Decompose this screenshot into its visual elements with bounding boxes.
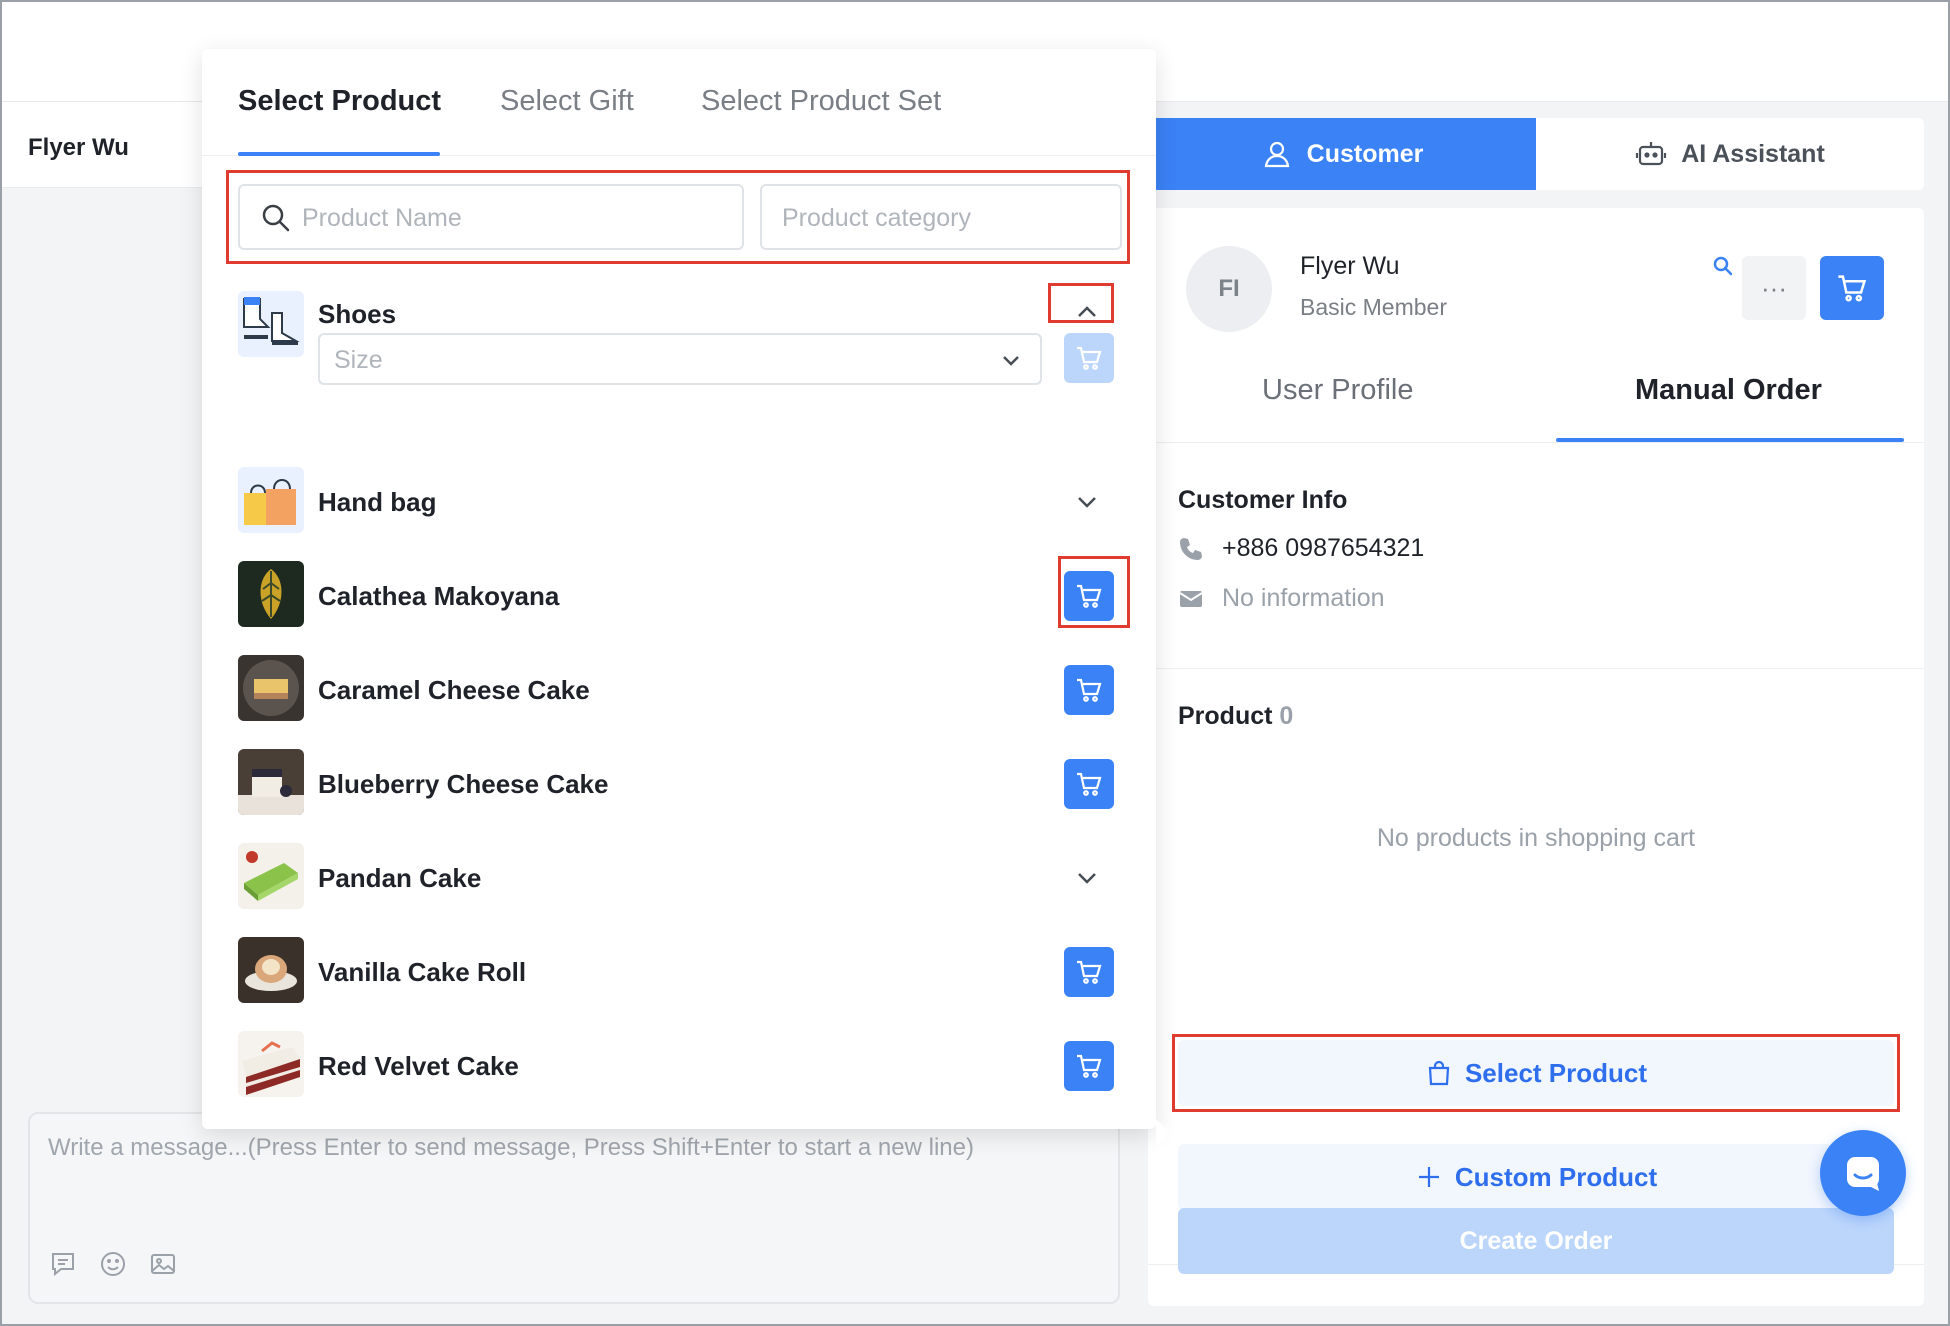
collapse-highlight-box bbox=[1048, 283, 1114, 323]
customer-tier: Basic Member bbox=[1300, 294, 1447, 320]
product-label: Shoes bbox=[318, 299, 397, 329]
add-to-cart-button[interactable] bbox=[1064, 665, 1114, 715]
composer-tools bbox=[48, 1249, 178, 1284]
plus-icon bbox=[1418, 1167, 1439, 1187]
add-to-cart-button[interactable] bbox=[1064, 759, 1114, 809]
size-select[interactable]: Size bbox=[318, 333, 1042, 385]
blueberry-cheese-cake-thumbnail bbox=[238, 749, 304, 815]
template-icon[interactable] bbox=[48, 1249, 78, 1284]
tab-select-product-set[interactable]: Select Product Set bbox=[701, 85, 941, 118]
more-button[interactable]: ··· bbox=[1742, 256, 1806, 320]
cart-highlight-box bbox=[1058, 556, 1130, 628]
cart-icon bbox=[1077, 1054, 1102, 1078]
message-composer[interactable]: Write a message...(Press Enter to send m… bbox=[28, 1112, 1120, 1304]
hand-bag-thumbnail bbox=[238, 467, 304, 533]
tab-select-gift[interactable]: Select Gift bbox=[500, 85, 634, 118]
emoji-icon[interactable] bbox=[98, 1249, 128, 1284]
product-label: Blueberry Cheese Cake bbox=[318, 769, 609, 799]
empty-cart-message: No products in shopping cart bbox=[1376, 824, 1696, 852]
create-order-button[interactable]: Create Order bbox=[1178, 1208, 1894, 1274]
add-to-cart-button[interactable] bbox=[1064, 1041, 1114, 1091]
panel-caret bbox=[1156, 1119, 1170, 1147]
email-row: No information bbox=[1178, 584, 1385, 613]
list-item-pandan-cake: Pandan Cake bbox=[238, 843, 1124, 913]
customer-card: FI Flyer Wu Basic Member ··· User Profil… bbox=[1148, 208, 1924, 1306]
size-select-placeholder: Size bbox=[334, 346, 383, 374]
divider bbox=[1148, 442, 1924, 443]
phone-number: +886 0987654321 bbox=[1222, 534, 1425, 562]
picker-tabs: Select Product Select Gift Select Produc… bbox=[202, 49, 1156, 156]
divider bbox=[1148, 668, 1924, 669]
list-item-caramel-cheese-cake: Caramel Cheese Cake bbox=[238, 655, 1124, 725]
custom-product-button[interactable]: Custom Product bbox=[1178, 1144, 1894, 1210]
product-category-input[interactable]: Product category bbox=[760, 184, 1122, 250]
custom-product-label: Custom Product bbox=[1454, 1161, 1658, 1192]
image-icon[interactable] bbox=[148, 1249, 178, 1284]
list-item-blueberry-cheese-cake: Blueberry Cheese Cake bbox=[238, 749, 1124, 819]
cart-icon bbox=[1077, 678, 1102, 702]
list-item-red-velvet-cake: Red Velvet Cake bbox=[238, 1031, 1124, 1101]
phone-row: +886 0987654321 bbox=[1178, 534, 1424, 563]
product-section-title: Product 0 bbox=[1178, 702, 1293, 731]
tab-ai-assistant-label: AI Assistant bbox=[1681, 139, 1825, 168]
customer-side-panel: Customer AI Assistant FI Flyer Wu Basic … bbox=[1148, 102, 1948, 1324]
tab-ai-assistant[interactable]: AI Assistant bbox=[1536, 118, 1924, 190]
chevron-down-icon bbox=[1003, 356, 1019, 366]
active-tab-underline bbox=[238, 152, 440, 156]
robot-icon bbox=[1636, 142, 1667, 166]
email-value: No information bbox=[1222, 584, 1385, 612]
tab-manual-order[interactable]: Manual Order bbox=[1635, 374, 1822, 407]
user-icon bbox=[1264, 141, 1289, 168]
select-product-highlight-box bbox=[1172, 1034, 1900, 1112]
avatar: FI bbox=[1186, 246, 1272, 332]
cart-icon bbox=[1077, 346, 1102, 370]
add-to-cart-button[interactable] bbox=[1064, 947, 1114, 997]
list-item-hand-bag: Hand bag bbox=[238, 467, 1124, 537]
product-count: 0 bbox=[1279, 702, 1294, 730]
product-picker-panel: Select Product Select Gift Select Produc… bbox=[202, 49, 1170, 1147]
add-to-cart-button-disabled[interactable] bbox=[1064, 333, 1114, 383]
support-chat-button[interactable] bbox=[1820, 1130, 1906, 1216]
chevron-down-icon[interactable] bbox=[1072, 487, 1102, 517]
customer-name: Flyer Wu bbox=[1300, 252, 1400, 280]
pandan-cake-thumbnail bbox=[238, 843, 304, 909]
chat-icon bbox=[1847, 1157, 1879, 1191]
tab-select-product[interactable]: Select Product bbox=[238, 85, 441, 118]
product-label: Pandan Cake bbox=[318, 863, 482, 893]
search-user-icon[interactable] bbox=[1710, 254, 1736, 280]
list-item-vanilla-cake-roll: Vanilla Cake Roll bbox=[238, 937, 1124, 1007]
side-panel-tabs: Customer AI Assistant bbox=[1148, 118, 1924, 190]
list-item-calathea-makoyana: Calathea Makoyana bbox=[238, 556, 1130, 631]
shoes-thumbnail bbox=[238, 291, 304, 357]
chevron-down-icon[interactable] bbox=[1072, 863, 1102, 893]
product-label: Hand bag bbox=[318, 487, 437, 517]
calathea-makoyana-thumbnail bbox=[238, 561, 304, 627]
product-name-input[interactable]: Product Name bbox=[238, 184, 744, 250]
cart-icon bbox=[1077, 772, 1102, 796]
caramel-cheese-cake-thumbnail bbox=[238, 655, 304, 721]
product-label: Vanilla Cake Roll bbox=[318, 957, 527, 987]
tab-customer-label: Customer bbox=[1306, 139, 1424, 168]
chat-contact-name: Flyer Wu bbox=[28, 134, 129, 161]
cart-icon bbox=[1838, 275, 1867, 302]
cart-button[interactable] bbox=[1820, 256, 1884, 320]
cart-icon bbox=[1077, 960, 1102, 984]
customer-info-title: Customer Info bbox=[1178, 486, 1348, 514]
composer-placeholder: Write a message...(Press Enter to send m… bbox=[48, 1134, 974, 1161]
product-label: Calathea Makoyana bbox=[318, 581, 560, 611]
product-category-placeholder: Product category bbox=[782, 204, 971, 232]
vanilla-cake-roll-thumbnail bbox=[238, 937, 304, 1003]
search-icon bbox=[262, 204, 290, 232]
red-velvet-cake-thumbnail bbox=[238, 1031, 304, 1097]
product-title: Product bbox=[1178, 702, 1273, 730]
tab-customer[interactable]: Customer bbox=[1148, 118, 1536, 190]
list-item-shoes: Shoes Size bbox=[238, 283, 1124, 399]
tab-user-profile[interactable]: User Profile bbox=[1262, 374, 1414, 407]
mail-icon bbox=[1179, 590, 1203, 607]
phone-icon bbox=[1180, 537, 1202, 560]
product-label: Caramel Cheese Cake bbox=[318, 675, 590, 705]
product-label: Red Velvet Cake bbox=[318, 1051, 519, 1081]
product-name-placeholder: Product Name bbox=[302, 204, 462, 232]
